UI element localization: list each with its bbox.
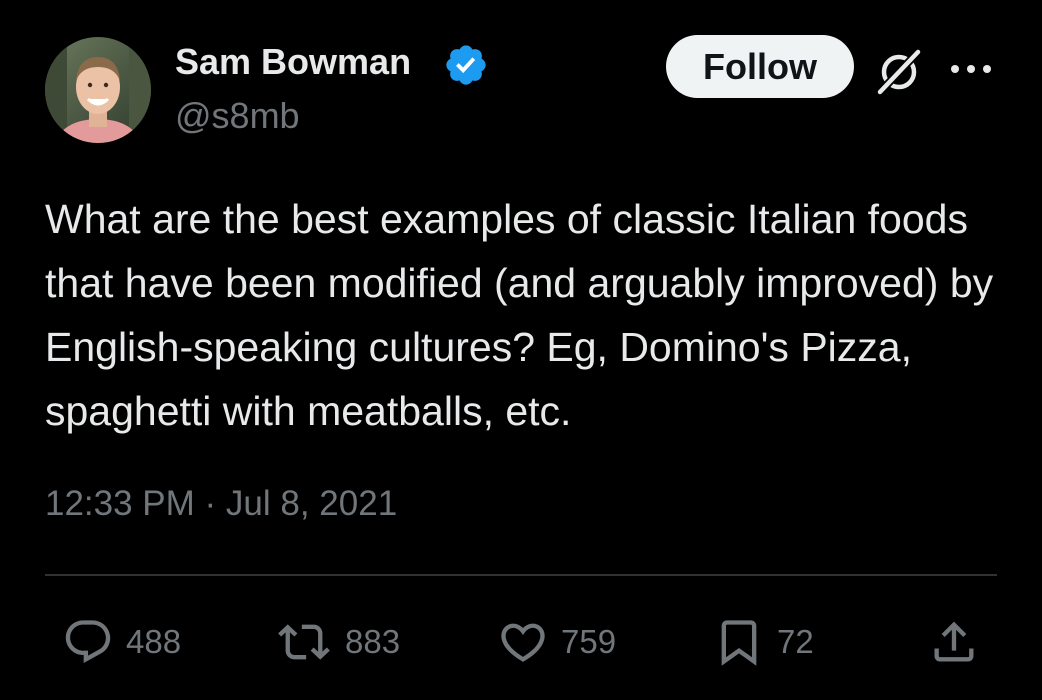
like-icon bbox=[497, 616, 549, 668]
repost-icon bbox=[275, 616, 333, 668]
tweet-text: What are the best examples of classic It… bbox=[45, 196, 994, 434]
reply-icon bbox=[62, 616, 114, 668]
share-button[interactable] bbox=[928, 614, 980, 670]
like-count: 759 bbox=[561, 623, 617, 660]
bookmark-count: 72 bbox=[777, 623, 814, 660]
avatar[interactable] bbox=[45, 37, 151, 143]
reply-button[interactable]: 488 bbox=[62, 614, 181, 670]
bookmark-icon bbox=[713, 616, 765, 668]
share-icon bbox=[928, 616, 980, 668]
grok-icon[interactable] bbox=[872, 44, 926, 98]
author-display-name[interactable]: Sam Bowman bbox=[175, 40, 411, 84]
follow-button[interactable]: Follow bbox=[666, 35, 854, 98]
repost-button[interactable]: 883 bbox=[275, 614, 400, 670]
verified-badge-icon[interactable] bbox=[443, 42, 489, 88]
repost-count: 883 bbox=[345, 623, 401, 660]
reply-count: 488 bbox=[126, 623, 182, 660]
like-button[interactable]: 759 bbox=[497, 614, 616, 670]
tweet-timestamp[interactable]: 12:33 PM · Jul 8, 2021 bbox=[45, 482, 397, 526]
author-handle[interactable]: @s8mb bbox=[175, 94, 300, 138]
bookmark-button[interactable]: 72 bbox=[713, 614, 814, 670]
more-options-icon[interactable] bbox=[947, 62, 995, 76]
divider bbox=[45, 574, 997, 576]
